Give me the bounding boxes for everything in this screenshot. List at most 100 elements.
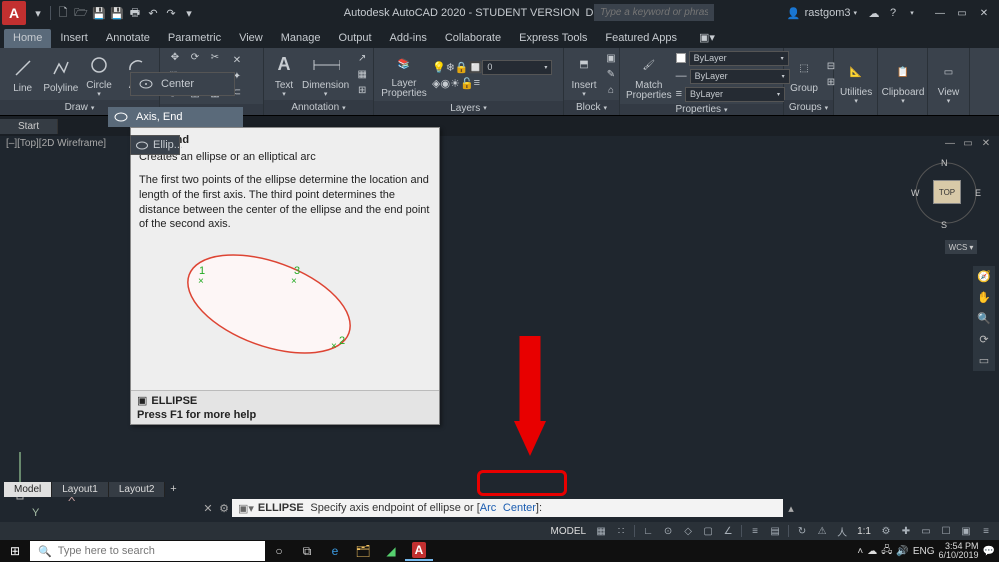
autodesk-app-icon[interactable]: ☁	[866, 5, 882, 21]
linetype-select[interactable]: ByLayer	[685, 87, 785, 102]
clipboard-button[interactable]: 📋Clipboard▾	[884, 58, 922, 105]
maximize-button[interactable]: ▭	[951, 8, 973, 19]
keyword-search-input[interactable]	[594, 4, 714, 21]
text-tool[interactable]: AText▾	[270, 51, 298, 98]
circle-tool[interactable]: Circle▾	[82, 51, 115, 98]
nav-pan-icon[interactable]: ✋	[977, 291, 991, 304]
wcs-label[interactable]: WCS▾	[945, 240, 977, 254]
cmdline-config-icon[interactable]: ⚙	[216, 502, 232, 515]
match-properties-button[interactable]: 🖌Match Properties	[626, 52, 672, 101]
ellipse-center-option[interactable]: Center	[131, 73, 234, 95]
plot-icon[interactable]: 🖶	[127, 5, 143, 21]
panel-groups-title[interactable]: Groups	[784, 100, 833, 115]
group-button[interactable]: ⬚Group	[790, 54, 818, 94]
layer-unlock-icon[interactable]: 🔓	[460, 77, 474, 90]
viewport-max-icon[interactable]: ▭	[961, 138, 975, 150]
tab-start[interactable]: Start	[0, 119, 58, 134]
saveas-icon[interactable]: 💾	[109, 5, 125, 21]
nav-fullnav-icon[interactable]: 🧭	[977, 270, 991, 283]
sb-plus-icon[interactable]: ✚	[897, 524, 915, 539]
sb-clean-icon[interactable]: ▣	[957, 524, 975, 539]
polyline-tool[interactable]: Polyline	[43, 54, 78, 94]
tray-clock[interactable]: 3:54 PM6/10/2019	[939, 542, 979, 560]
trim-icon[interactable]: ✂	[206, 50, 224, 65]
sb-custom-icon[interactable]: ≡	[977, 524, 995, 539]
new-icon[interactable]: 🗋	[55, 5, 71, 21]
viewport-min-icon[interactable]: —	[943, 138, 957, 150]
layer-iso-icon[interactable]: ◈	[432, 77, 440, 90]
tray-onedrive-icon[interactable]: ☁	[867, 546, 877, 557]
help-icon[interactable]: ?	[885, 5, 901, 21]
explorer-icon[interactable]: 🗂	[349, 541, 377, 561]
tab-featured[interactable]: Featured Apps	[596, 29, 686, 48]
cortana-icon[interactable]: ○	[265, 541, 293, 561]
tab-manage[interactable]: Manage	[272, 29, 330, 48]
leader-icon[interactable]: ↗	[353, 51, 371, 66]
close-button[interactable]: ✕	[973, 8, 995, 19]
tray-notifications-icon[interactable]: 💬	[983, 546, 995, 557]
tab-insert[interactable]: Insert	[51, 29, 97, 48]
sb-ortho-icon[interactable]: ∟	[639, 524, 657, 539]
sb-otrack-icon[interactable]: ∠	[719, 524, 737, 539]
cmd-option-center[interactable]: Center	[503, 502, 536, 514]
sb-snap-icon[interactable]: ∷	[612, 524, 630, 539]
user-account[interactable]: 👤 rastgom3▾	[786, 5, 857, 21]
sb-annomon-icon[interactable]: ⚠	[813, 524, 831, 539]
panel-block-title[interactable]: Block	[564, 100, 619, 115]
sb-lwt-icon[interactable]: ≡	[746, 524, 764, 539]
sb-annoscale-icon[interactable]: 人	[833, 524, 851, 539]
layout-layout2[interactable]: Layout2	[109, 482, 166, 497]
sb-iso-icon[interactable]: ◇	[679, 524, 697, 539]
windows-search[interactable]: 🔍Type here to search	[30, 541, 265, 561]
sb-grid-icon[interactable]: ▦	[592, 524, 610, 539]
view-button[interactable]: ▭View▾	[934, 58, 963, 105]
nav-orbit-icon[interactable]: ⟳	[979, 333, 988, 346]
rotate-icon[interactable]: ⟳	[186, 50, 204, 65]
app-autocad-icon[interactable]: A	[405, 541, 433, 561]
lineweight-select[interactable]: ByLayer	[690, 69, 790, 84]
erase-icon[interactable]: ✕	[228, 53, 246, 68]
panel-properties-title[interactable]: Properties	[620, 104, 783, 115]
command-line[interactable]: ▣▾ ELLIPSE Specify axis endpoint of elli…	[232, 499, 783, 517]
start-button[interactable]: ⊞	[0, 544, 30, 558]
sb-gear-icon[interactable]: ⚙	[877, 524, 895, 539]
nav-showmotion-icon[interactable]: ▭	[979, 354, 989, 367]
edit-block-icon[interactable]: ✎	[602, 67, 620, 82]
sb-transp-icon[interactable]: ▤	[766, 524, 784, 539]
annot-misc-icon[interactable]: ⊞	[353, 83, 371, 98]
sb-units-icon[interactable]: ☐	[937, 524, 955, 539]
layer-bulb-icon[interactable]: 💡	[432, 61, 446, 74]
edge-icon[interactable]: e	[321, 541, 349, 561]
panel-layers-title[interactable]: Layers	[374, 101, 563, 115]
panel-annotation-title[interactable]: Annotation	[264, 100, 373, 115]
sb-cycle-icon[interactable]: ↻	[793, 524, 811, 539]
viewport-close-icon[interactable]: ✕	[979, 138, 993, 150]
qat-more-icon[interactable]: ▾	[181, 5, 197, 21]
sb-polar-icon[interactable]: ⊙	[659, 524, 677, 539]
open-icon[interactable]: 🗁	[73, 5, 89, 21]
app-logo[interactable]: A	[2, 1, 26, 25]
cmdline-close-icon[interactable]: ✕	[200, 502, 216, 515]
insert-block-button[interactable]: ⬒Insert▾	[570, 51, 598, 98]
tab-express[interactable]: Express Tools	[510, 29, 596, 48]
line-tool[interactable]: Line	[6, 54, 39, 94]
viewport-label[interactable]: [–][Top][2D Wireframe]	[6, 138, 106, 149]
sb-scale[interactable]: 1:1	[853, 526, 875, 537]
tray-network-icon[interactable]: 🖧	[881, 543, 892, 560]
redo-icon[interactable]: ↷	[163, 5, 179, 21]
layout-add-button[interactable]: +	[165, 483, 181, 495]
layer-color-icon[interactable]: 🔲	[469, 61, 483, 74]
tray-volume-icon[interactable]: 🔊	[896, 546, 908, 557]
menu-dropdown-icon[interactable]: ▾	[30, 5, 46, 21]
taskview-icon[interactable]: ⧉	[293, 541, 321, 561]
layer-freeze-icon[interactable]: ❄	[446, 61, 455, 74]
layer-thaw-icon[interactable]: ☀	[450, 77, 460, 90]
layer-properties-button[interactable]: 📚Layer Properties	[380, 50, 428, 99]
tab-focus-icon[interactable]: ▣▾	[690, 28, 724, 48]
create-block-icon[interactable]: ▣	[602, 51, 620, 66]
tab-collaborate[interactable]: Collaborate	[436, 29, 510, 48]
status-model[interactable]: MODEL	[547, 526, 591, 537]
ellipse-split-button[interactable]: Ellip...	[130, 135, 180, 155]
minimize-button[interactable]: —	[929, 8, 951, 19]
cmdline-history-icon[interactable]: ▴	[783, 502, 799, 515]
